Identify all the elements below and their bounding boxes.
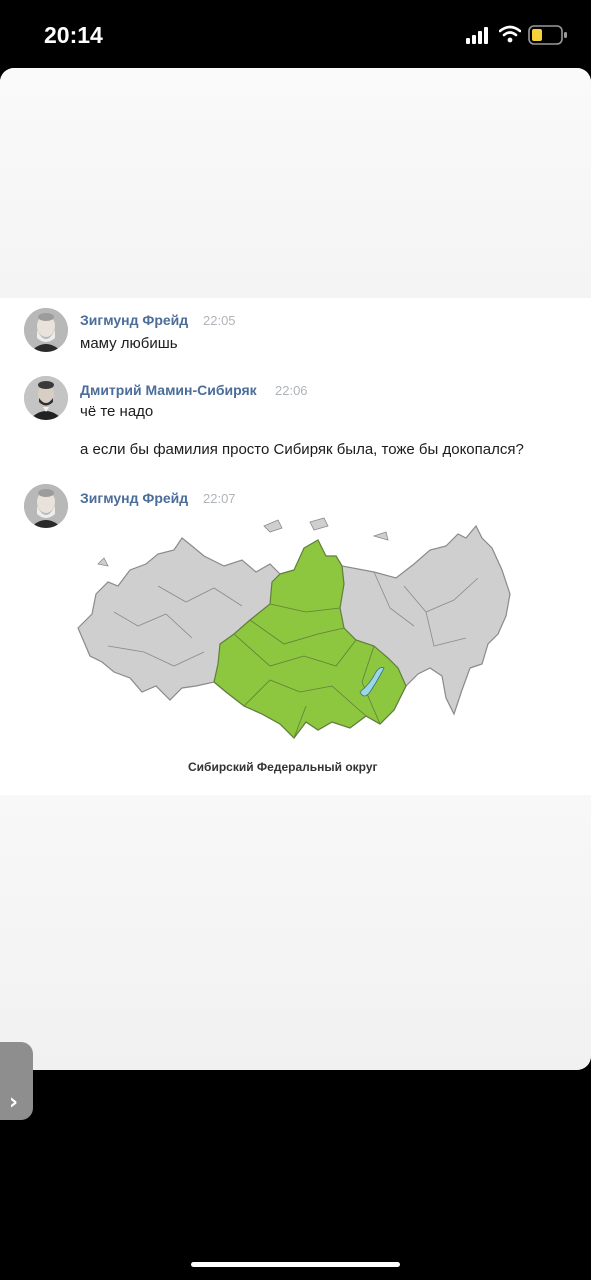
avatar-mamin-sibiryak-portrait: [24, 376, 68, 420]
message-text: а если бы фамилия просто Сибиряк была, т…: [80, 441, 524, 458]
home-indicator[interactable]: [191, 1262, 400, 1267]
side-collapse-tab[interactable]: ›: [0, 1042, 33, 1120]
screenshot-card: Зигмунд Фрейд 22:05 маму любишь Дмитрий …: [0, 68, 591, 1070]
avatar-freud: [24, 308, 68, 352]
message-time: 22:07: [203, 491, 236, 506]
blurred-background-top: [0, 68, 591, 298]
blurred-background-bottom: [0, 795, 591, 1070]
status-time: 20:14: [44, 22, 103, 48]
battery-icon: [528, 25, 567, 45]
avatar-freud: [24, 484, 68, 528]
message-text: маму любишь: [80, 335, 178, 352]
avatar-mamin-sibiryak: [24, 376, 68, 420]
wifi-icon: [499, 25, 521, 43]
message-time: 22:06: [275, 383, 308, 398]
message-text: чё те надо: [80, 403, 154, 420]
avatar-freud-portrait: [24, 308, 68, 352]
message-author[interactable]: Зигмунд Фрейд: [80, 312, 188, 328]
map-image[interactable]: [74, 516, 524, 752]
map-caption: Сибирский Федеральный округ: [188, 760, 378, 774]
status-bar: 20:14: [0, 0, 591, 68]
message-author[interactable]: Дмитрий Мамин-Сибиряк: [80, 382, 257, 398]
message-time: 22:05: [203, 313, 236, 328]
chevron-right-icon: ›: [9, 1090, 19, 1115]
message-author[interactable]: Зигмунд Фрейд: [80, 490, 188, 506]
signal-icon: [466, 27, 488, 44]
chat-screenshot: Зигмунд Фрейд 22:05 маму любишь Дмитрий …: [0, 298, 591, 795]
avatar-freud-portrait: [24, 484, 68, 528]
